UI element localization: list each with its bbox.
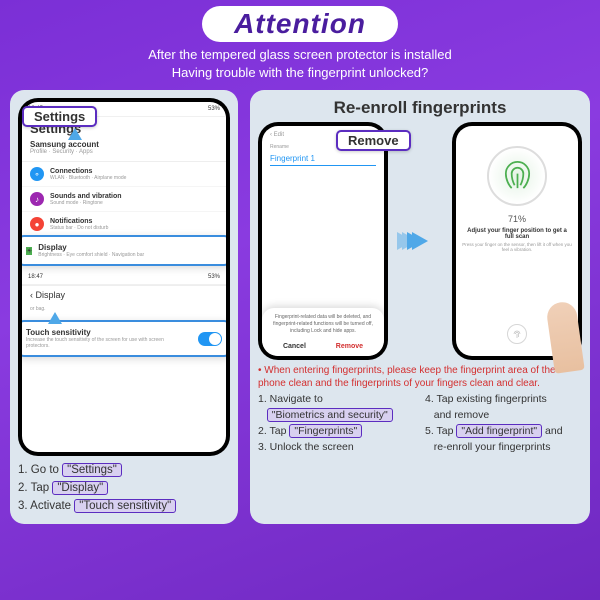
- arrow-up-icon: [48, 312, 62, 324]
- right-panel: Re-enroll fingerprints ‹ Edit Remove Ren…: [250, 90, 590, 523]
- remove-dialog: Fingerprint-related data will be deleted…: [262, 308, 384, 356]
- menu-sounds[interactable]: ♪ Sounds and vibrationSound mode · Ringt…: [22, 187, 226, 212]
- arrow-right-icon: [412, 232, 428, 250]
- phone-settings: 18:45 53% Settings Samsung account Profi…: [18, 98, 230, 456]
- subtitle: After the tempered glass screen protecto…: [0, 46, 600, 82]
- remove-button[interactable]: Remove: [336, 343, 363, 350]
- header: Attention After the tempered glass scree…: [0, 0, 600, 84]
- phone-scan-fp: 71% Adjust your finger position to get a…: [452, 122, 582, 360]
- bell-icon: ●: [30, 217, 44, 231]
- touch-sensitivity-highlight[interactable]: Touch sensitivity Increase the touch sen…: [22, 320, 226, 357]
- cancel-button[interactable]: Cancel: [283, 343, 306, 350]
- display-icon: ☀: [26, 247, 32, 255]
- left-instructions: 1. Go to "Settings" 2. Tap "Display" 3. …: [18, 462, 230, 515]
- wifi-icon: ⚬: [30, 167, 44, 181]
- touch-toggle[interactable]: [198, 332, 222, 346]
- fingerprint-progress-icon: [487, 146, 547, 206]
- hand-illustration: [520, 282, 590, 372]
- arrow-up-icon: [68, 128, 82, 140]
- menu-connections[interactable]: ⚬ ConnectionsWLAN · Bluetooth · Airplane…: [22, 162, 226, 187]
- right-instructions: 1. Navigate to "Biometrics and security"…: [258, 392, 582, 455]
- remove-callout: Remove: [336, 130, 411, 151]
- sound-icon: ♪: [30, 192, 44, 206]
- right-title: Re-enroll fingerprints: [258, 98, 582, 118]
- menu-notifications[interactable]: ● NotificationsStatus bar · Do not distu…: [22, 212, 226, 237]
- phone-remove-fp: ‹ Edit Remove Rename Fingerprint 1 Finge…: [258, 122, 388, 360]
- settings-callout: Settings: [22, 106, 97, 127]
- menu-display-highlight[interactable]: ☀ DisplayBrightness · Eye comfort shield…: [22, 235, 226, 266]
- attention-title: Attention: [202, 6, 398, 42]
- left-panel: 18:45 53% Settings Samsung account Profi…: [10, 90, 238, 523]
